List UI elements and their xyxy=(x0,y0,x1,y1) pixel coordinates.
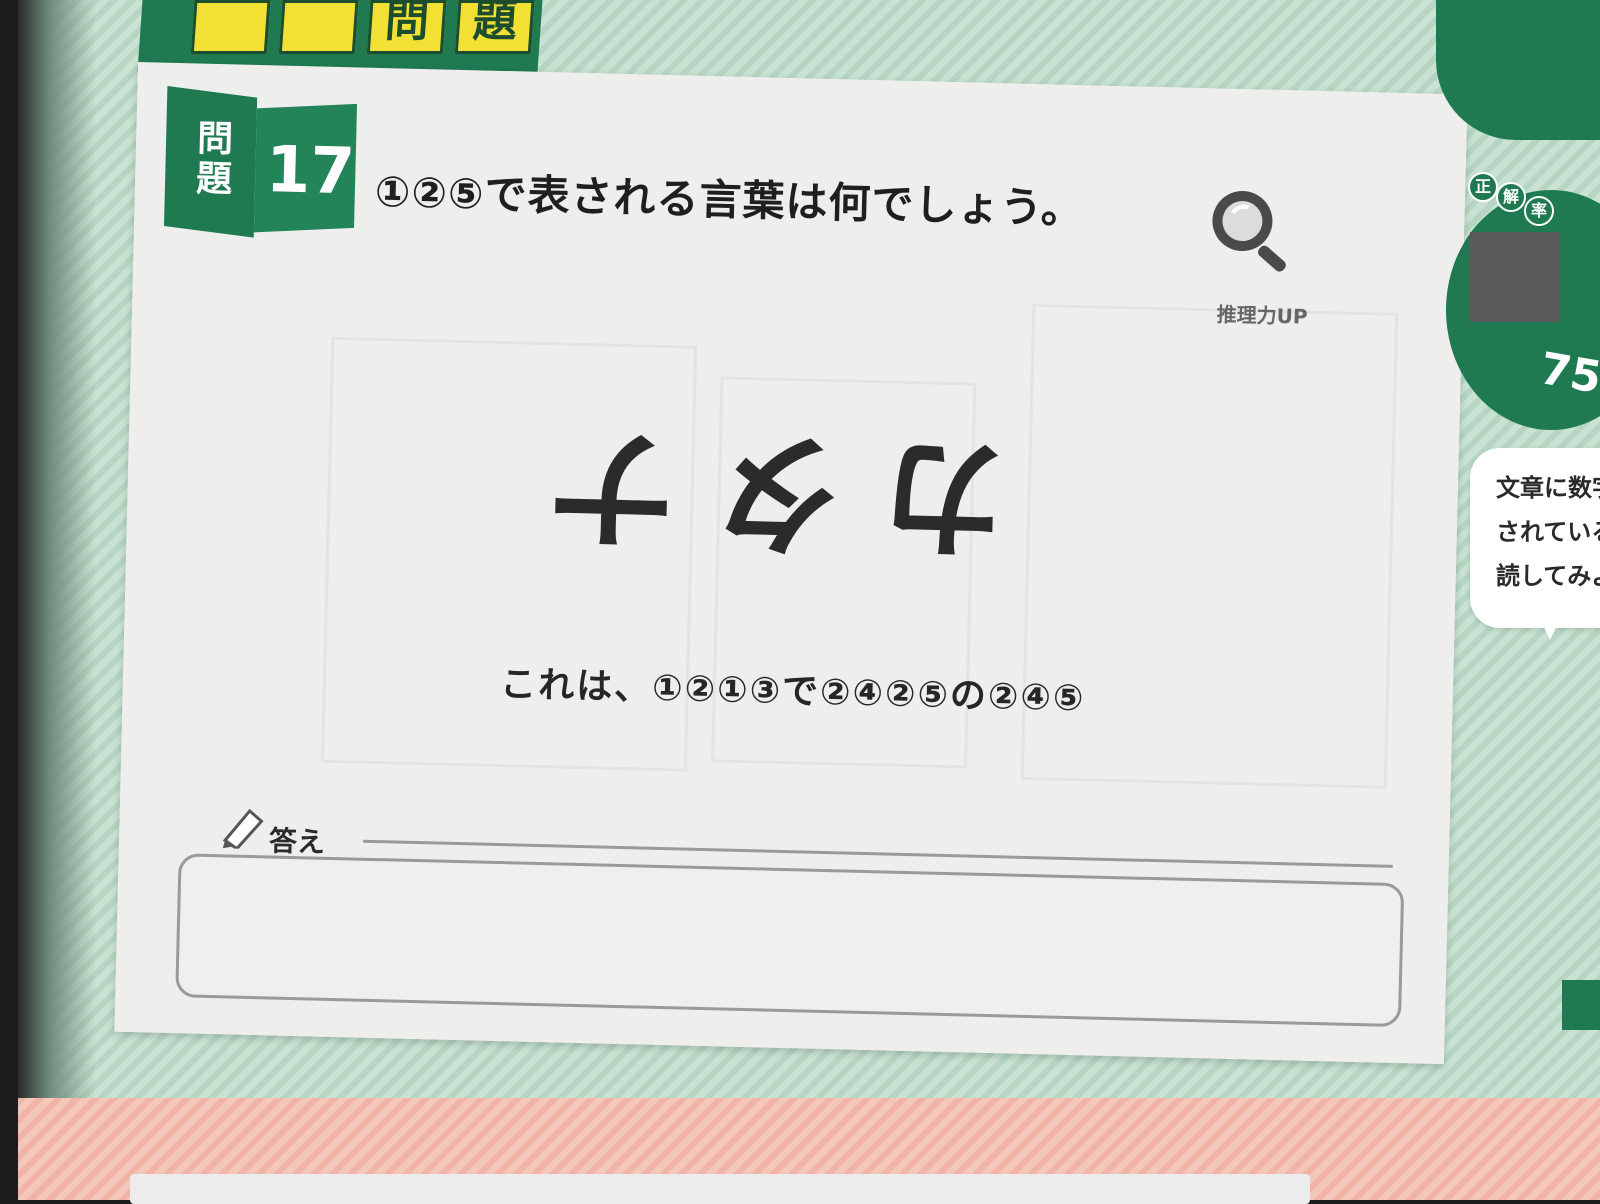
page-binding-shadow xyxy=(18,0,96,1200)
problem-number: 17 xyxy=(264,133,356,210)
title-tab-box: 問 xyxy=(366,0,447,54)
hint-bubble-line: 読してみよ xyxy=(1496,562,1600,590)
side-page-tab xyxy=(1562,980,1600,1030)
hint-bubble-line: されている xyxy=(1496,518,1600,546)
pencil-icon xyxy=(222,808,264,850)
problem-label-kanji: 問 題 xyxy=(195,118,234,201)
section-title-tab: 問 題 xyxy=(137,0,543,72)
cipher-glyph: カ xyxy=(875,417,1010,573)
title-tab-box xyxy=(190,0,271,54)
answer-field[interactable] xyxy=(175,853,1405,1028)
correct-rate-badge: 解 xyxy=(1496,182,1526,212)
skill-badge: 推理力UP xyxy=(1216,302,1308,329)
hint-bubble-tail xyxy=(1536,610,1564,640)
cipher-word: ナ タ カ xyxy=(546,400,1010,581)
correct-rate-percent: 75 xyxy=(1536,343,1600,404)
question-text: ①②⑤で表される言葉は何でしょう。 xyxy=(374,166,1085,234)
answer-label: 答え xyxy=(268,824,326,859)
hint-bubble-line: 文章に数字 xyxy=(1496,474,1600,502)
magnifier-icon xyxy=(1212,191,1286,272)
problem-card: 問 題 17 ①②⑤で表される言葉は何でしょう。 推理力UP ナ タ カ これは… xyxy=(114,62,1468,1065)
correct-rate-badge: 率 xyxy=(1524,196,1554,226)
cipher-glyph: タ xyxy=(710,413,845,569)
correct-rate-badge: 正 xyxy=(1468,172,1498,202)
title-tab-box: 題 xyxy=(454,0,535,54)
problem-label: 問 題 17 xyxy=(164,85,358,244)
correct-rate-pie xyxy=(1470,232,1560,322)
cipher-glyph: ナ xyxy=(545,409,680,565)
title-tab-box xyxy=(278,0,359,54)
